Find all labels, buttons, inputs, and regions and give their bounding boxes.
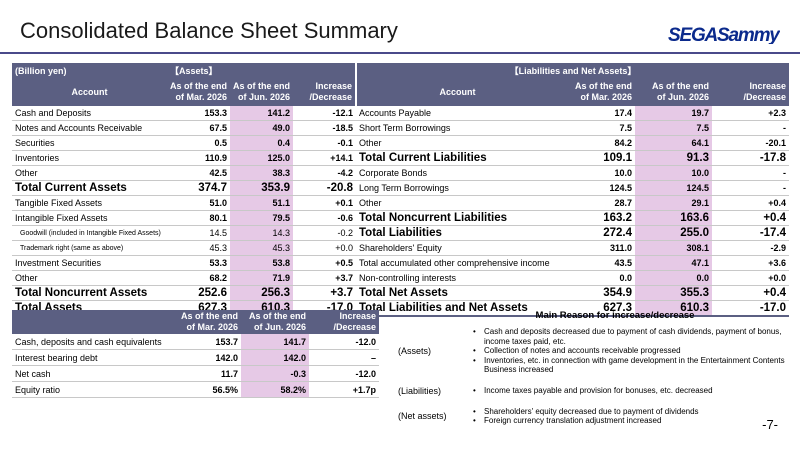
assets-change-header: Increase /Decrease (293, 78, 357, 106)
table-row: Cash, deposits and cash equivalents 153.7… (12, 334, 379, 350)
table-row: Other 42.5 38.3 -4.2 Corporate Bonds 10.0 10.… (12, 165, 790, 181)
table-row: Interest bearing debt 142.0 142.0– (12, 349, 379, 366)
reason-list: Cash and deposits decreased due to payme… (473, 327, 790, 375)
reason-category: (Net assets) (398, 411, 447, 421)
reason-group-assets: (Assets) Cash and deposits decreased due… (395, 327, 790, 375)
metrics-blank-header (12, 310, 171, 334)
liab-account-header: Account (355, 78, 559, 106)
assets-mar-header: As of the end of Mar. 2026 (167, 78, 230, 106)
reason-item: Shareholders' equity decreased due to pa… (473, 407, 790, 417)
reason-item: Income taxes payable and provision for b… (473, 386, 790, 396)
table-row: Total Noncurrent Assets 252.6 256.3 +3.7 To… (12, 285, 790, 301)
table-row: Equity ratio 56.5% 58.2% +1.7p (12, 381, 379, 398)
cash-metrics-table: As of the end of Mar. 2026 As of the end… (12, 310, 379, 398)
table-row: Inventories 110.9 125.0 +14.1 Total Current… (12, 150, 790, 166)
reasons-title: Main Reason for increase/decrease (535, 310, 695, 321)
liab-jun-header: As of the end of Jun. 2026 (635, 78, 713, 106)
table-row: Goodwill (included in Intangible Fixed A… (12, 225, 790, 241)
metrics-jun-header: As of the end of Jun. 2026 (241, 310, 309, 334)
assets-header: 【Assets】 (167, 63, 357, 78)
title-rule (0, 52, 800, 54)
table-row: Tangible Fixed Assets 51.0 51.1 +0.1 Other 2… (12, 195, 790, 211)
reason-list: Income taxes payable and provision for b… (473, 386, 790, 396)
table-row: Investment Securities 53.3 53.8 +0.5 Total … (12, 255, 790, 271)
reason-group-net-assets: (Net assets) Shareholders' equity decrea… (395, 407, 790, 426)
page-title: Consolidated Balance Sheet Summary (20, 18, 398, 43)
assets-jun-header: As of the end of Jun. 2026 (230, 78, 293, 106)
table-row: Cash and Deposits 153.3 141.2 -12.1 Account… (12, 106, 790, 121)
reason-item: Inventories, etc. in connection with gam… (473, 356, 790, 375)
svg-text:SEGASammy: SEGASammy (668, 25, 780, 44)
table-row: Other 68.2 71.9 +3.7 Non-controlling intere… (12, 270, 790, 286)
reason-list: Shareholders' equity decreased due to pa… (473, 407, 790, 426)
metrics-mar-header: As of the end of Mar. 2026 (171, 310, 241, 334)
reason-category: (Assets) (398, 345, 432, 356)
reason-item: Foreign currency translation adjustment … (473, 416, 790, 426)
assets-account-header: Account (12, 78, 167, 106)
balance-sheet-table: (Billion yen) 【Assets】 【Liabilities and … (12, 63, 790, 317)
reason-item: Cash and deposits decreased due to payme… (473, 327, 790, 346)
liab-mar-header: As of the end of Mar. 2026 (558, 78, 636, 106)
reasons-panel: Main Reason for increase/decrease (Asset… (395, 310, 790, 437)
table-row: Securities 0.5 0.4 -0.1 Other 84.2 64.1 -20.1 (12, 135, 790, 151)
table-row: Notes and Accounts Receivable 67.5 49.0 -18… (12, 120, 790, 136)
liabilities-header: 【Liabilities and Net Assets】 (355, 63, 790, 78)
metrics-change-header: Increase /Decrease (309, 310, 379, 334)
sega-sammy-logo: SEGASammy (668, 25, 780, 44)
table-row: Total Current Assets 374.7 353.9 -20.8 Long… (12, 180, 790, 196)
liab-change-header: Increase /Decrease (712, 78, 790, 106)
reason-group-liabilities: (Liabilities) Income taxes payable and p… (395, 386, 790, 396)
reason-item: Collection of notes and accounts receiva… (473, 346, 790, 356)
page-number: -7- (762, 417, 778, 432)
table-row: Net cash 11.7 -0.3 -12.0 (12, 365, 379, 382)
reason-category: (Liabilities) (398, 385, 442, 396)
table-row: Intangible Fixed Assets 80.1 79.5 -0.6 Tota… (12, 210, 790, 226)
unit-label: (Billion yen) (12, 63, 167, 78)
table-row: Trademark right (same as above) 45.3 45.3 +… (12, 240, 790, 256)
